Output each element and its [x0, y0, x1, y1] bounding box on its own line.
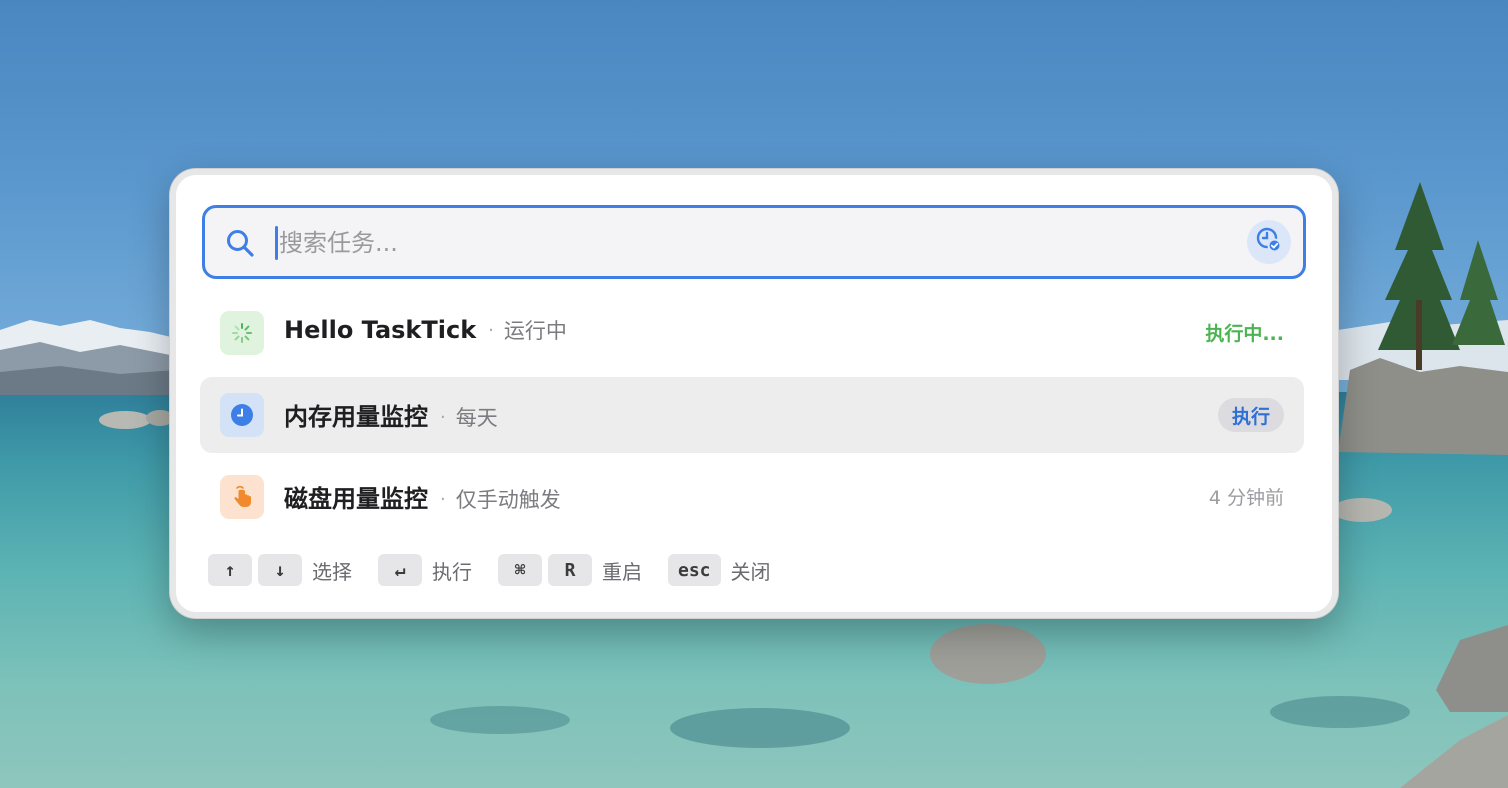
restart-hint: 重启	[602, 559, 642, 584]
task-row-memory-monitor[interactable]: 内存用量监控 · 每天 执行	[200, 377, 1304, 453]
run-button[interactable]: 执行	[1217, 398, 1284, 432]
select-hint: 选择	[312, 559, 352, 584]
arrow-down-key: ↓	[258, 554, 302, 586]
clock-icon	[220, 393, 264, 437]
last-run-time: 4 分钟前	[1208, 487, 1284, 509]
task-title-wrap: Hello TaskTick · 运行中	[284, 315, 567, 345]
enter-key: ↵	[378, 554, 422, 586]
search-icon	[225, 228, 255, 258]
task-schedule: 每天	[455, 406, 498, 430]
search-input[interactable]	[279, 222, 1219, 264]
close-hint: 关闭	[730, 559, 771, 584]
task-row-hello-tasktick[interactable]: Hello TaskTick · 运行中 执行中...	[200, 295, 1304, 371]
shortcut-hints: ↑ ↓ 选择 ↵ 执行 ⌘ R 重启 esc 关闭	[208, 553, 797, 587]
spinner-icon	[220, 311, 264, 355]
task-name: Hello TaskTick	[284, 316, 477, 344]
task-row-disk-monitor[interactable]: 磁盘用量监控 · 仅手动触发 4 分钟前	[200, 459, 1304, 535]
separator-dot: ·	[440, 489, 446, 510]
separator-dot: ·	[488, 320, 494, 341]
task-schedule: 仅手动触发	[455, 488, 561, 512]
task-schedule: 运行中	[503, 319, 567, 343]
task-name: 磁盘用量监控	[284, 485, 428, 513]
task-name: 内存用量监控	[284, 403, 428, 431]
search-box[interactable]	[202, 205, 1306, 279]
history-button[interactable]	[1247, 220, 1291, 264]
r-key: R	[548, 554, 592, 586]
command-key: ⌘	[498, 554, 542, 586]
task-title-wrap: 磁盘用量监控 · 仅手动触发	[284, 479, 561, 514]
task-status: 执行中...	[1205, 323, 1284, 345]
hand-tap-icon	[220, 475, 264, 519]
esc-key: esc	[668, 554, 721, 586]
separator-dot: ·	[440, 407, 446, 428]
run-hint: 执行	[432, 559, 472, 584]
task-title-wrap: 内存用量监控 · 每天	[284, 397, 498, 432]
arrow-up-key: ↑	[208, 554, 252, 586]
text-cursor	[275, 226, 278, 260]
task-launcher-panel: Hello TaskTick · 运行中 执行中... 内存用量监控 · 每天 执行 磁…	[170, 169, 1338, 618]
clock-check-icon	[1255, 226, 1283, 258]
